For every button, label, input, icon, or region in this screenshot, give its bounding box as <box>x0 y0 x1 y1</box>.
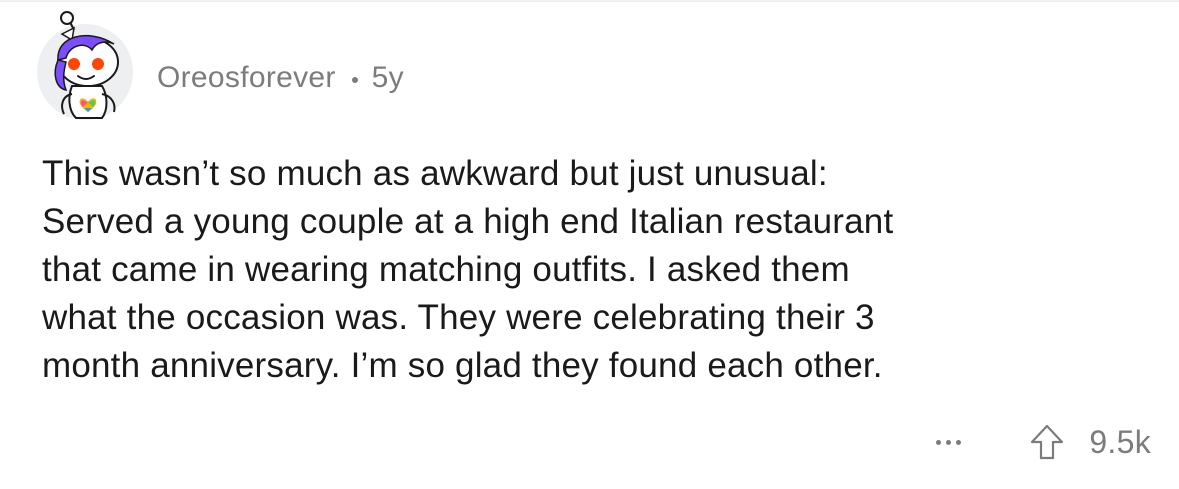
snoo-avatar-icon <box>37 11 133 120</box>
more-dot <box>946 439 952 445</box>
avatar[interactable] <box>36 10 134 120</box>
upvote-arrow-icon <box>1031 424 1064 460</box>
separator-dot <box>351 77 358 83</box>
more-dot <box>956 439 962 445</box>
comment-actions: 9.5k <box>936 418 1151 466</box>
comment-card: Oreosforever 5y This wasn’t so much as a… <box>0 0 1179 489</box>
comment-meta: Oreosforever 5y <box>157 56 404 100</box>
comment-body: This wasn’t so much as awkward but just … <box>42 154 894 385</box>
username-link[interactable]: Oreosforever <box>157 61 336 95</box>
comment-age: 5y <box>371 61 404 94</box>
more-options-icon[interactable] <box>936 439 962 445</box>
upvote-button[interactable] <box>1027 422 1067 462</box>
more-dot <box>936 439 942 445</box>
vote-count: 9.5k <box>1089 423 1151 460</box>
